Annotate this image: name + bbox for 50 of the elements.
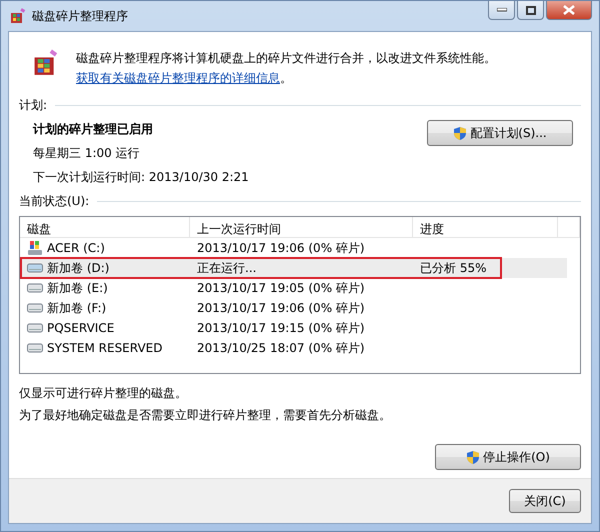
last-run-cell: 2013/10/17 19:15 (0% 碎片) xyxy=(197,321,365,335)
disk-name: 新加卷 (E:) xyxy=(47,280,108,297)
note-text: 为了最好地确定磁盘是否需要立即进行碎片整理，需要首先分析磁盘。 xyxy=(19,407,392,424)
progress-cell: 已分析 55% xyxy=(420,261,486,275)
maximize-button[interactable] xyxy=(517,1,544,20)
help-link[interactable]: 获取有关磁盘碎片整理程序的详细信息 xyxy=(76,71,280,85)
disk-name: 新加卷 (F:) xyxy=(47,300,106,317)
disk-name: SYSTEM RESERVED xyxy=(47,340,162,357)
disk-name: ACER (C:) xyxy=(47,240,105,257)
defrag-icon xyxy=(10,8,26,24)
column-header[interactable]: 磁盘 xyxy=(20,217,190,238)
close-icon xyxy=(563,5,575,15)
column-header[interactable]: 进度 xyxy=(413,217,558,238)
drive-icon xyxy=(27,283,43,293)
disk-name: PQSERVICE xyxy=(47,320,114,337)
last-run-cell: 正在运行... xyxy=(197,261,256,275)
disk-row[interactable]: SYSTEM RESERVED 2013/10/25 18:07 (0% 碎片) xyxy=(22,338,567,358)
disk-name: 新加卷 (D:) xyxy=(47,260,110,277)
next-run-time: 下一次计划运行时间: 2013/10/30 2:21 xyxy=(33,169,249,186)
schedule-time: 每星期三 1:00 运行 xyxy=(33,145,141,162)
maximize-icon xyxy=(526,6,536,14)
drive-icon xyxy=(27,263,43,273)
intro-text: 磁盘碎片整理程序将计算机硬盘上的碎片文件进行合并，以改进文件系统性能。 获取有关磁盘碎片整理程序的详细信息。 xyxy=(76,50,497,87)
shield-icon xyxy=(453,126,468,140)
disk-row[interactable]: PQSERVICE 2013/10/17 19:15 (0% 碎片) xyxy=(22,318,567,338)
note-text: 仅显示可进行碎片整理的磁盘。 xyxy=(19,385,188,402)
last-run-cell: 2013/10/17 19:06 (0% 碎片) xyxy=(197,301,365,315)
drive-icon xyxy=(27,343,43,353)
last-run-cell: 2013/10/25 18:07 (0% 碎片) xyxy=(197,341,365,355)
drive-icon xyxy=(27,323,43,333)
window-title: 磁盘碎片整理程序 xyxy=(32,8,128,25)
last-run-cell: 2013/10/17 19:05 (0% 碎片) xyxy=(197,281,365,295)
close-dialog-button[interactable]: 关闭(C) xyxy=(509,489,581,513)
disk-row[interactable]: 新加卷 (E:) 2013/10/17 19:05 (0% 碎片) xyxy=(22,278,567,298)
stop-operation-button[interactable]: 停止操作(O) xyxy=(435,444,581,470)
last-run-cell: 2013/10/17 19:06 (0% 碎片) xyxy=(197,241,365,255)
disk-row[interactable]: 新加卷 (F:) 2013/10/17 19:06 (0% 碎片) xyxy=(22,298,567,318)
configure-schedule-button[interactable]: 配置计划(S)... xyxy=(427,120,573,146)
disk-row[interactable]: ACER (C:) 2013/10/17 19:06 (0% 碎片) xyxy=(22,238,567,258)
column-header[interactable]: 上一次运行时间 xyxy=(190,217,413,238)
shield-icon xyxy=(466,450,480,464)
minimize-icon xyxy=(496,8,506,12)
close-button[interactable] xyxy=(546,1,592,20)
minimize-button[interactable] xyxy=(488,1,515,20)
drive-icon xyxy=(27,303,43,313)
section-heading: 当前状态(U): xyxy=(19,193,90,210)
disk-row[interactable]: 新加卷 (D:) 正在运行... 已分析 55% xyxy=(22,258,567,278)
system-drive-icon xyxy=(27,240,43,256)
schedule-status: 计划的碎片整理已启用 xyxy=(33,121,154,138)
section-heading: 计划: xyxy=(19,97,48,114)
